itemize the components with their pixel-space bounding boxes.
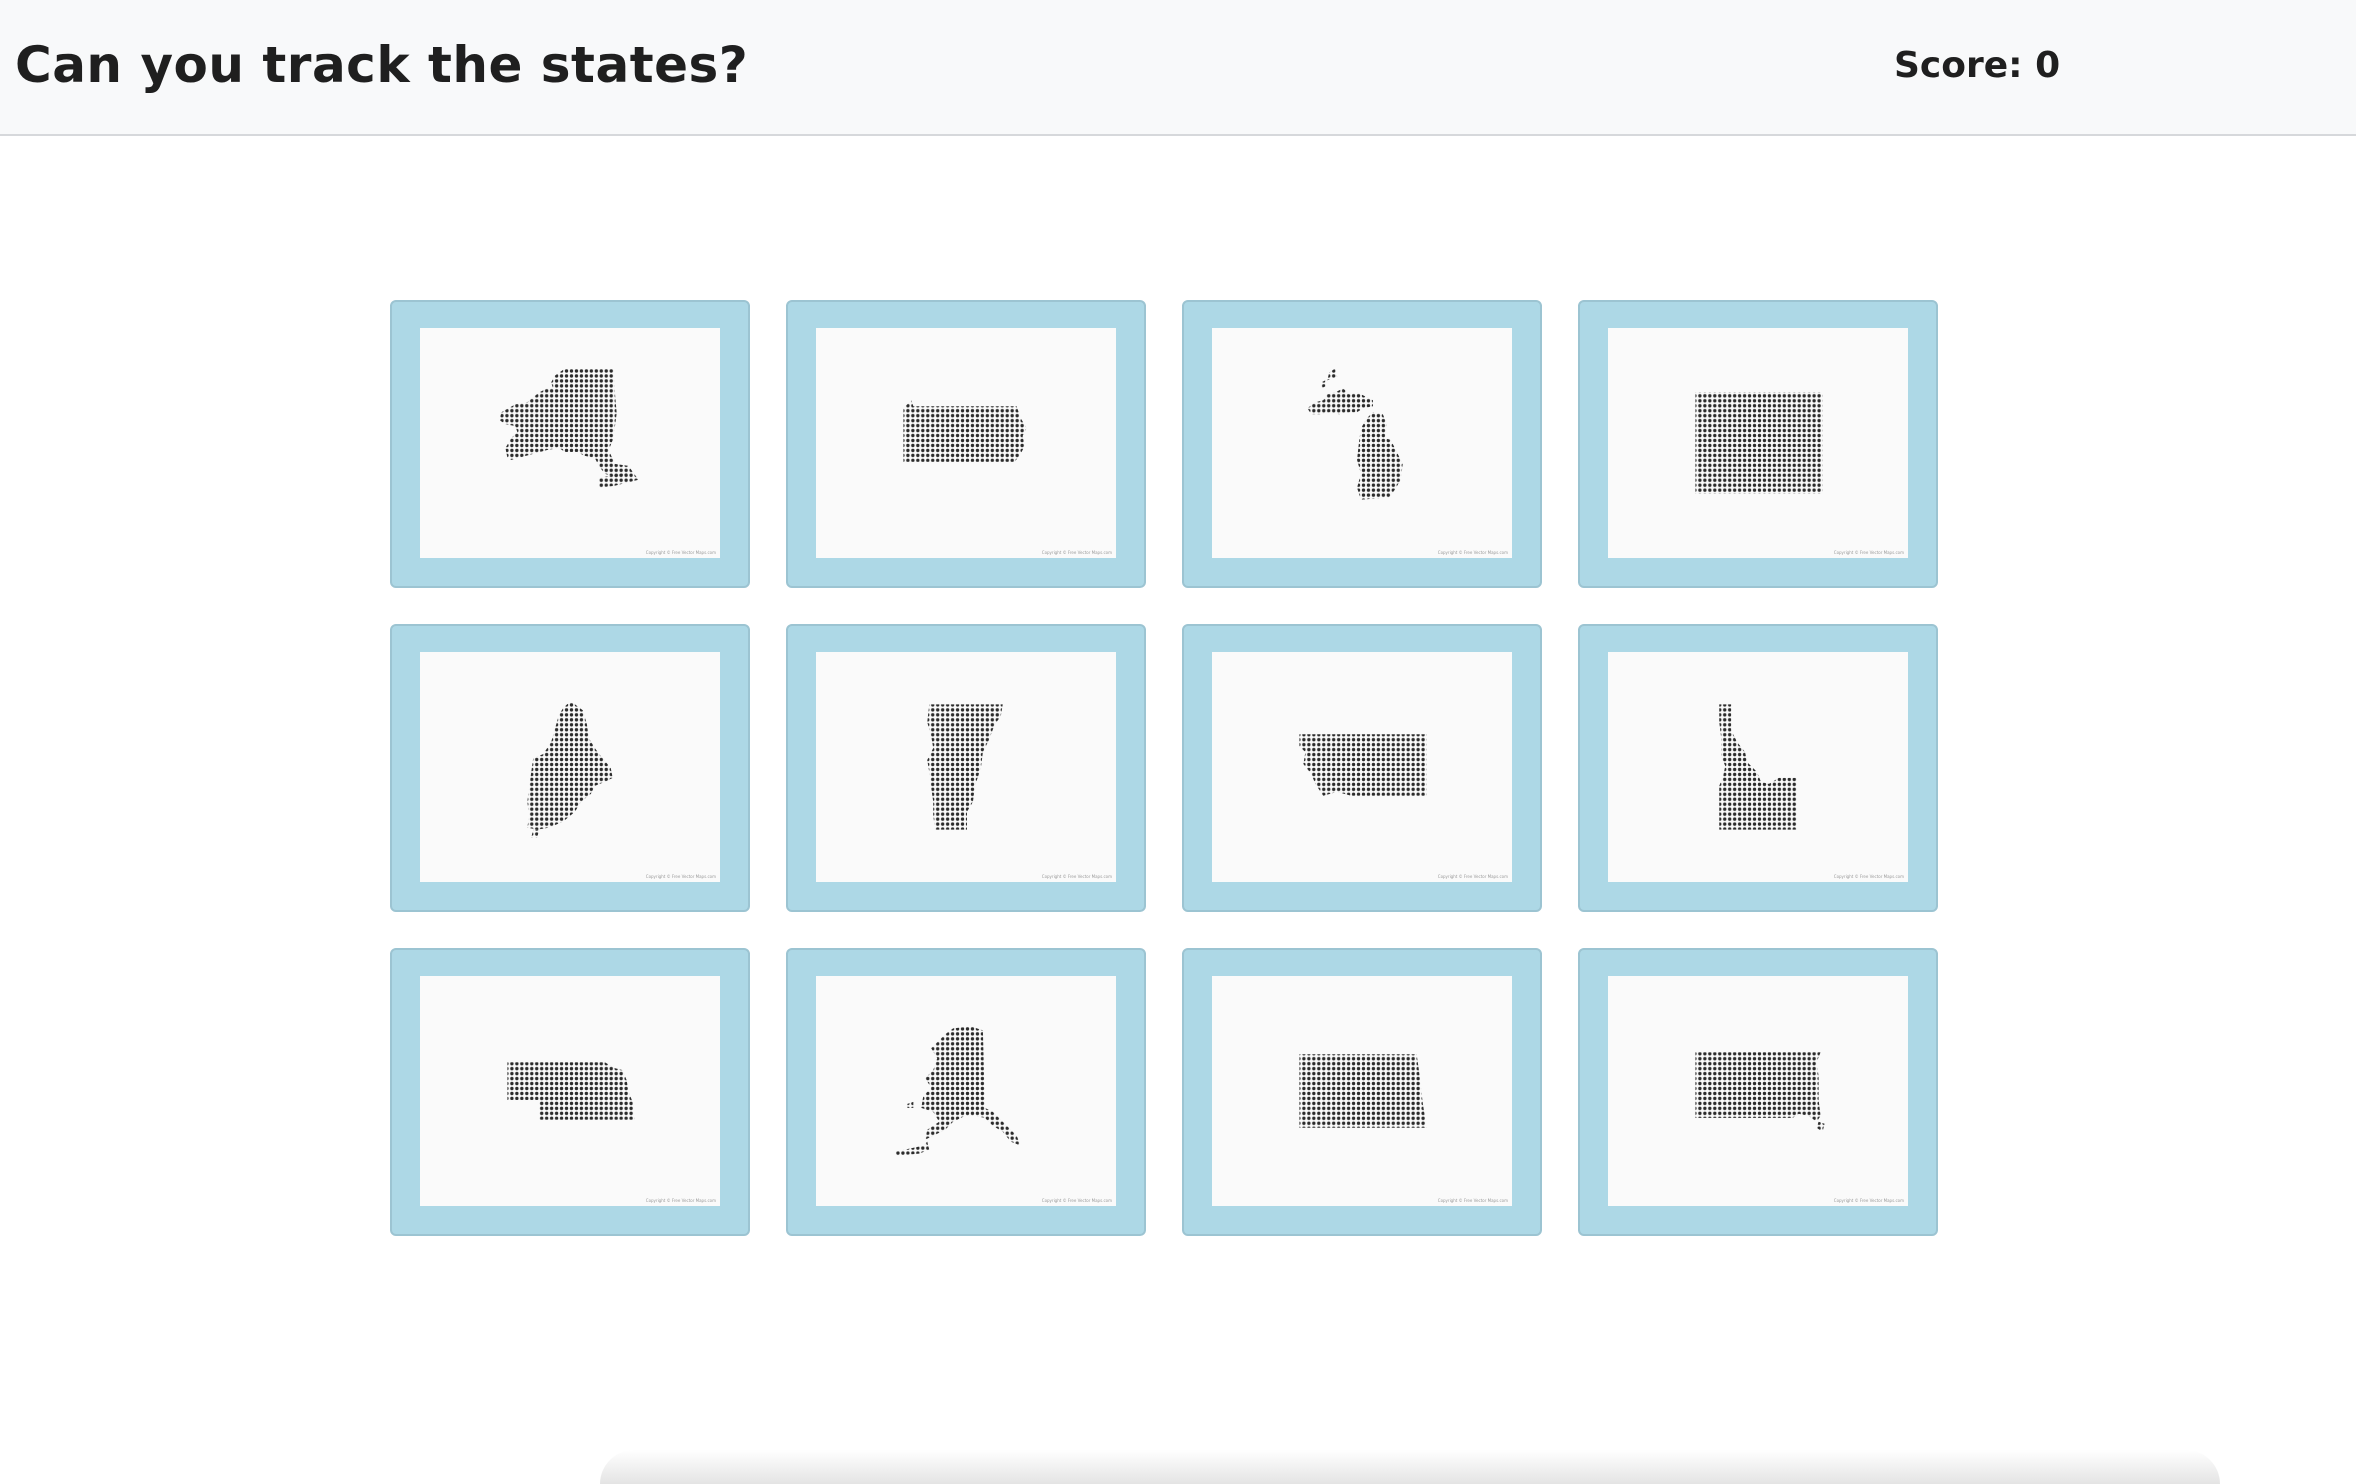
card-face: Copyright © Free Vector Maps.com xyxy=(816,328,1116,558)
card-face: Copyright © Free Vector Maps.com xyxy=(420,328,720,558)
memory-card[interactable]: Copyright © Free Vector Maps.com xyxy=(1578,948,1938,1236)
memory-card[interactable]: Copyright © Free Vector Maps.com xyxy=(786,948,1146,1236)
copyright-text: Copyright © Free Vector Maps.com xyxy=(1833,1198,1904,1203)
copyright-text: Copyright © Free Vector Maps.com xyxy=(645,550,716,555)
memory-card[interactable]: Copyright © Free Vector Maps.com xyxy=(1578,300,1938,588)
page-title: Can you track the states? xyxy=(15,36,749,94)
idaho-icon xyxy=(1719,704,1797,830)
copyright-text: Copyright © Free Vector Maps.com xyxy=(1437,1198,1508,1203)
card-face: Copyright © Free Vector Maps.com xyxy=(1212,976,1512,1206)
copyright-text: Copyright © Free Vector Maps.com xyxy=(1437,550,1508,555)
nebraska-icon xyxy=(507,1062,635,1120)
memory-card[interactable]: Copyright © Free Vector Maps.com xyxy=(390,624,750,912)
card-face: Copyright © Free Vector Maps.com xyxy=(816,976,1116,1206)
memory-card[interactable]: Copyright © Free Vector Maps.com xyxy=(1182,624,1542,912)
memory-card[interactable]: Copyright © Free Vector Maps.com xyxy=(1578,624,1938,912)
bottom-shadow xyxy=(600,1450,2220,1484)
vermont-icon xyxy=(927,704,1003,830)
card-grid: Copyright © Free Vector Maps.com Copyrig… xyxy=(390,300,1938,1236)
copyright-text: Copyright © Free Vector Maps.com xyxy=(645,1198,716,1203)
card-face: Copyright © Free Vector Maps.com xyxy=(420,976,720,1206)
memory-card[interactable]: Copyright © Free Vector Maps.com xyxy=(1182,300,1542,588)
card-face: Copyright © Free Vector Maps.com xyxy=(1212,328,1512,558)
card-face: Copyright © Free Vector Maps.com xyxy=(816,652,1116,882)
montana-icon xyxy=(1299,734,1427,796)
card-face: Copyright © Free Vector Maps.com xyxy=(1608,652,1908,882)
card-face: Copyright © Free Vector Maps.com xyxy=(1608,976,1908,1206)
south-dakota-icon xyxy=(1695,1052,1825,1132)
new-york-icon xyxy=(499,368,639,488)
alaska-icon xyxy=(895,1026,1021,1156)
memory-card[interactable]: Copyright © Free Vector Maps.com xyxy=(390,948,750,1236)
memory-card[interactable]: Copyright © Free Vector Maps.com xyxy=(1182,948,1542,1236)
card-face: Copyright © Free Vector Maps.com xyxy=(1212,652,1512,882)
card-face: Copyright © Free Vector Maps.com xyxy=(420,652,720,882)
copyright-text: Copyright © Free Vector Maps.com xyxy=(1833,874,1904,879)
copyright-text: Copyright © Free Vector Maps.com xyxy=(1833,550,1904,555)
header-bar: Can you track the states? Score: 0 xyxy=(0,0,2356,136)
wyoming-icon xyxy=(1695,392,1823,494)
memory-card[interactable]: Copyright © Free Vector Maps.com xyxy=(390,300,750,588)
copyright-text: Copyright © Free Vector Maps.com xyxy=(645,874,716,879)
memory-card[interactable]: Copyright © Free Vector Maps.com xyxy=(786,624,1146,912)
north-dakota-icon xyxy=(1299,1054,1427,1128)
copyright-text: Copyright © Free Vector Maps.com xyxy=(1041,550,1112,555)
pennsylvania-icon xyxy=(903,400,1027,462)
copyright-text: Copyright © Free Vector Maps.com xyxy=(1041,1198,1112,1203)
memory-card[interactable]: Copyright © Free Vector Maps.com xyxy=(786,300,1146,588)
copyright-text: Copyright © Free Vector Maps.com xyxy=(1041,874,1112,879)
score-display: Score: 0 xyxy=(1894,45,2061,86)
card-face: Copyright © Free Vector Maps.com xyxy=(1608,328,1908,558)
copyright-text: Copyright © Free Vector Maps.com xyxy=(1437,874,1508,879)
michigan-icon xyxy=(1307,368,1403,500)
maine-icon xyxy=(527,702,613,838)
